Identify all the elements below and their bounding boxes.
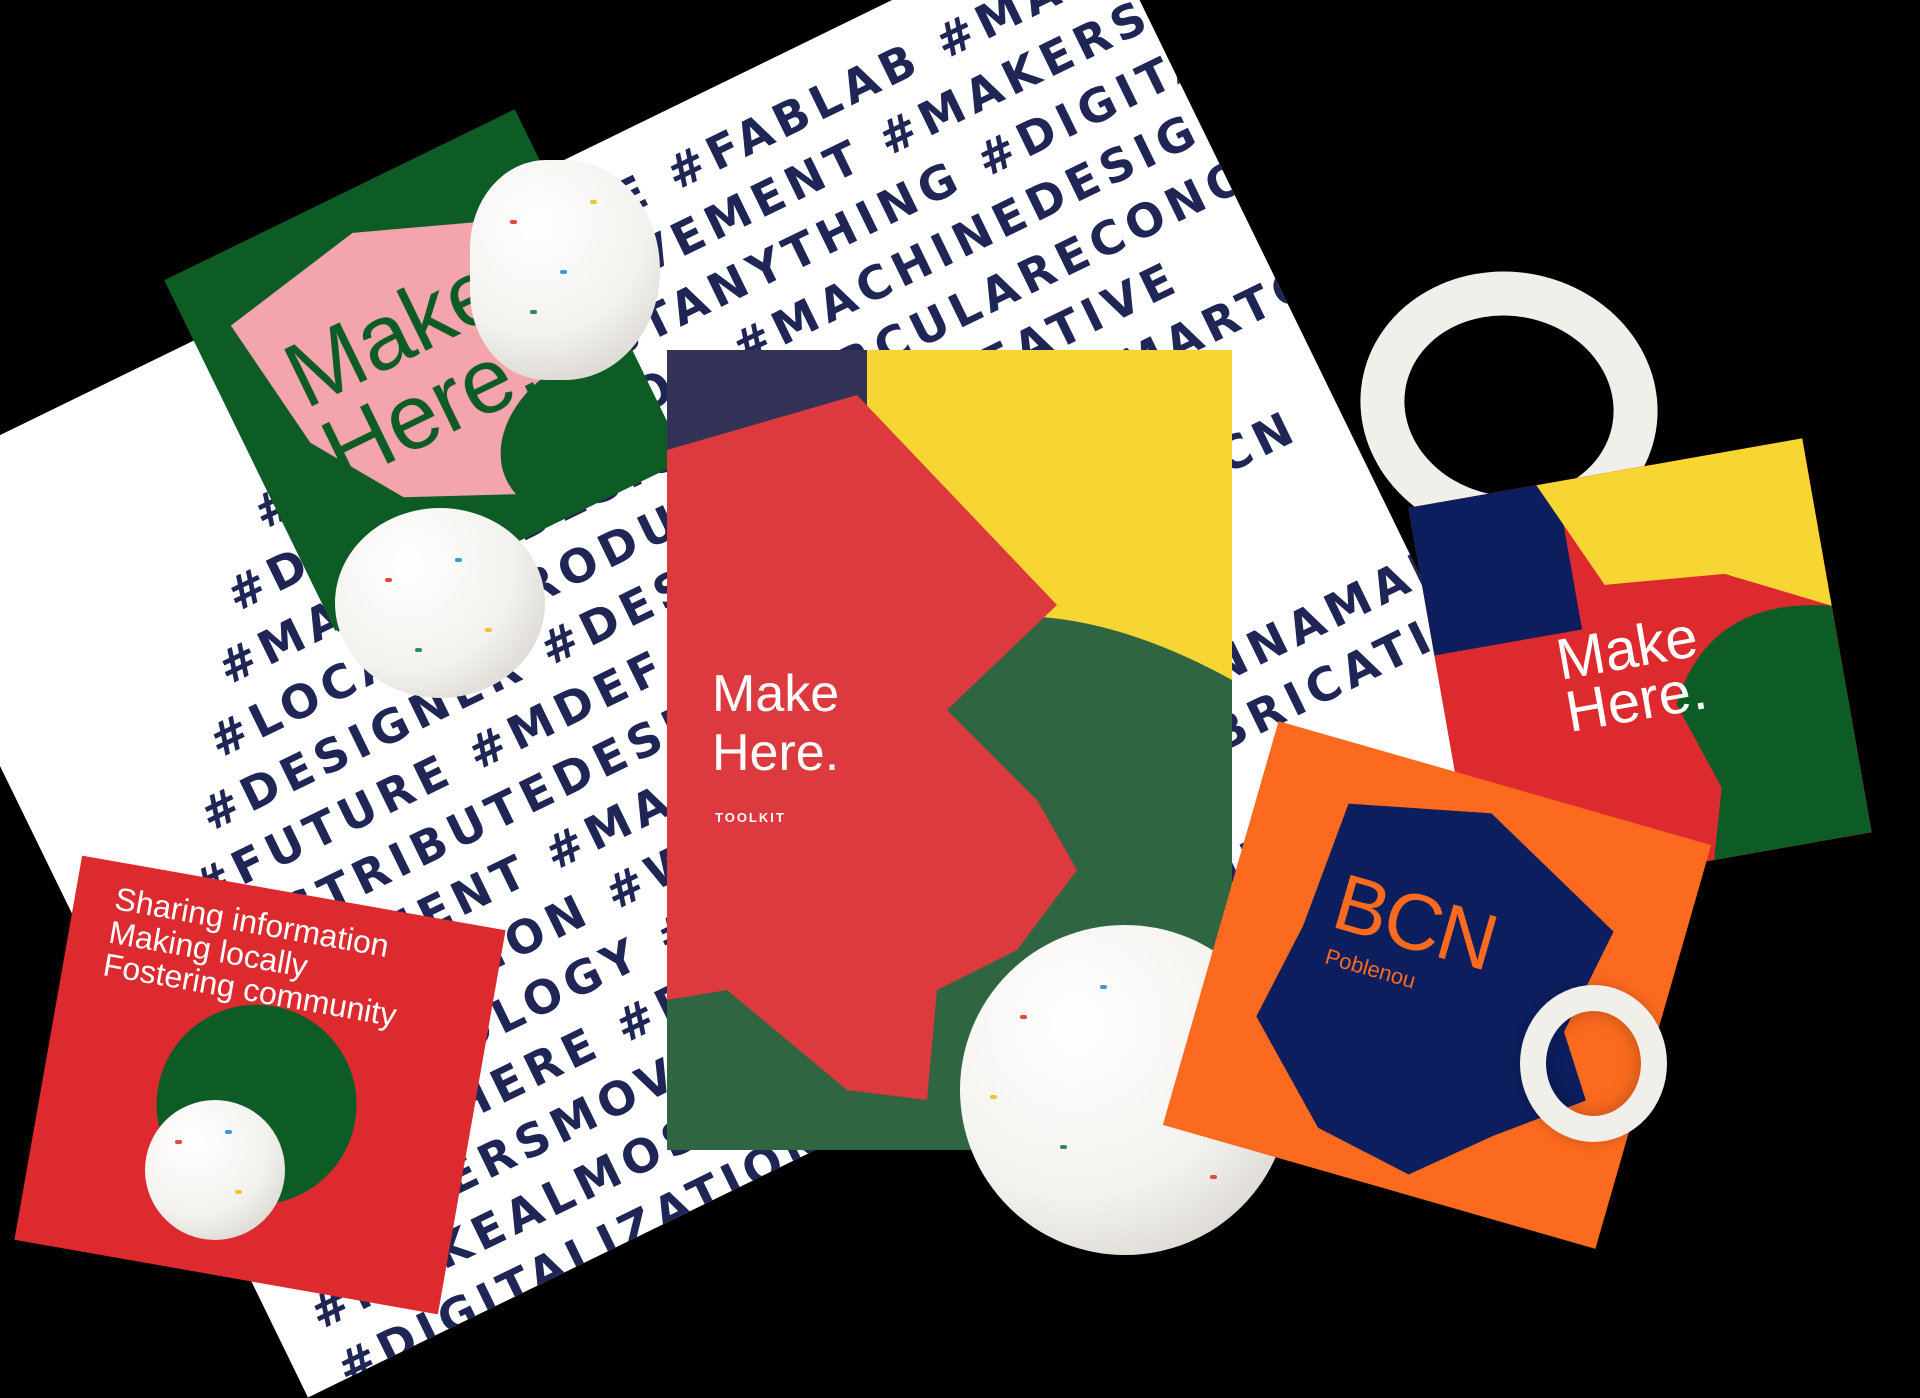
decorative-torus-right (1520, 985, 1667, 1142)
toolkit-title: Make Here. (712, 665, 839, 783)
decorative-sphere-left (335, 508, 545, 698)
right-card-title: Make Here. (1551, 604, 1711, 745)
decorative-sphere-bottom-left (145, 1100, 285, 1240)
here-word: Here. (712, 723, 840, 782)
decorative-sphere-top-left (470, 160, 660, 380)
toolkit-subtitle: TOOLKIT (715, 810, 786, 825)
make-word: Make (712, 665, 840, 723)
community-card: Sharing information Making locally Foste… (14, 855, 506, 1315)
